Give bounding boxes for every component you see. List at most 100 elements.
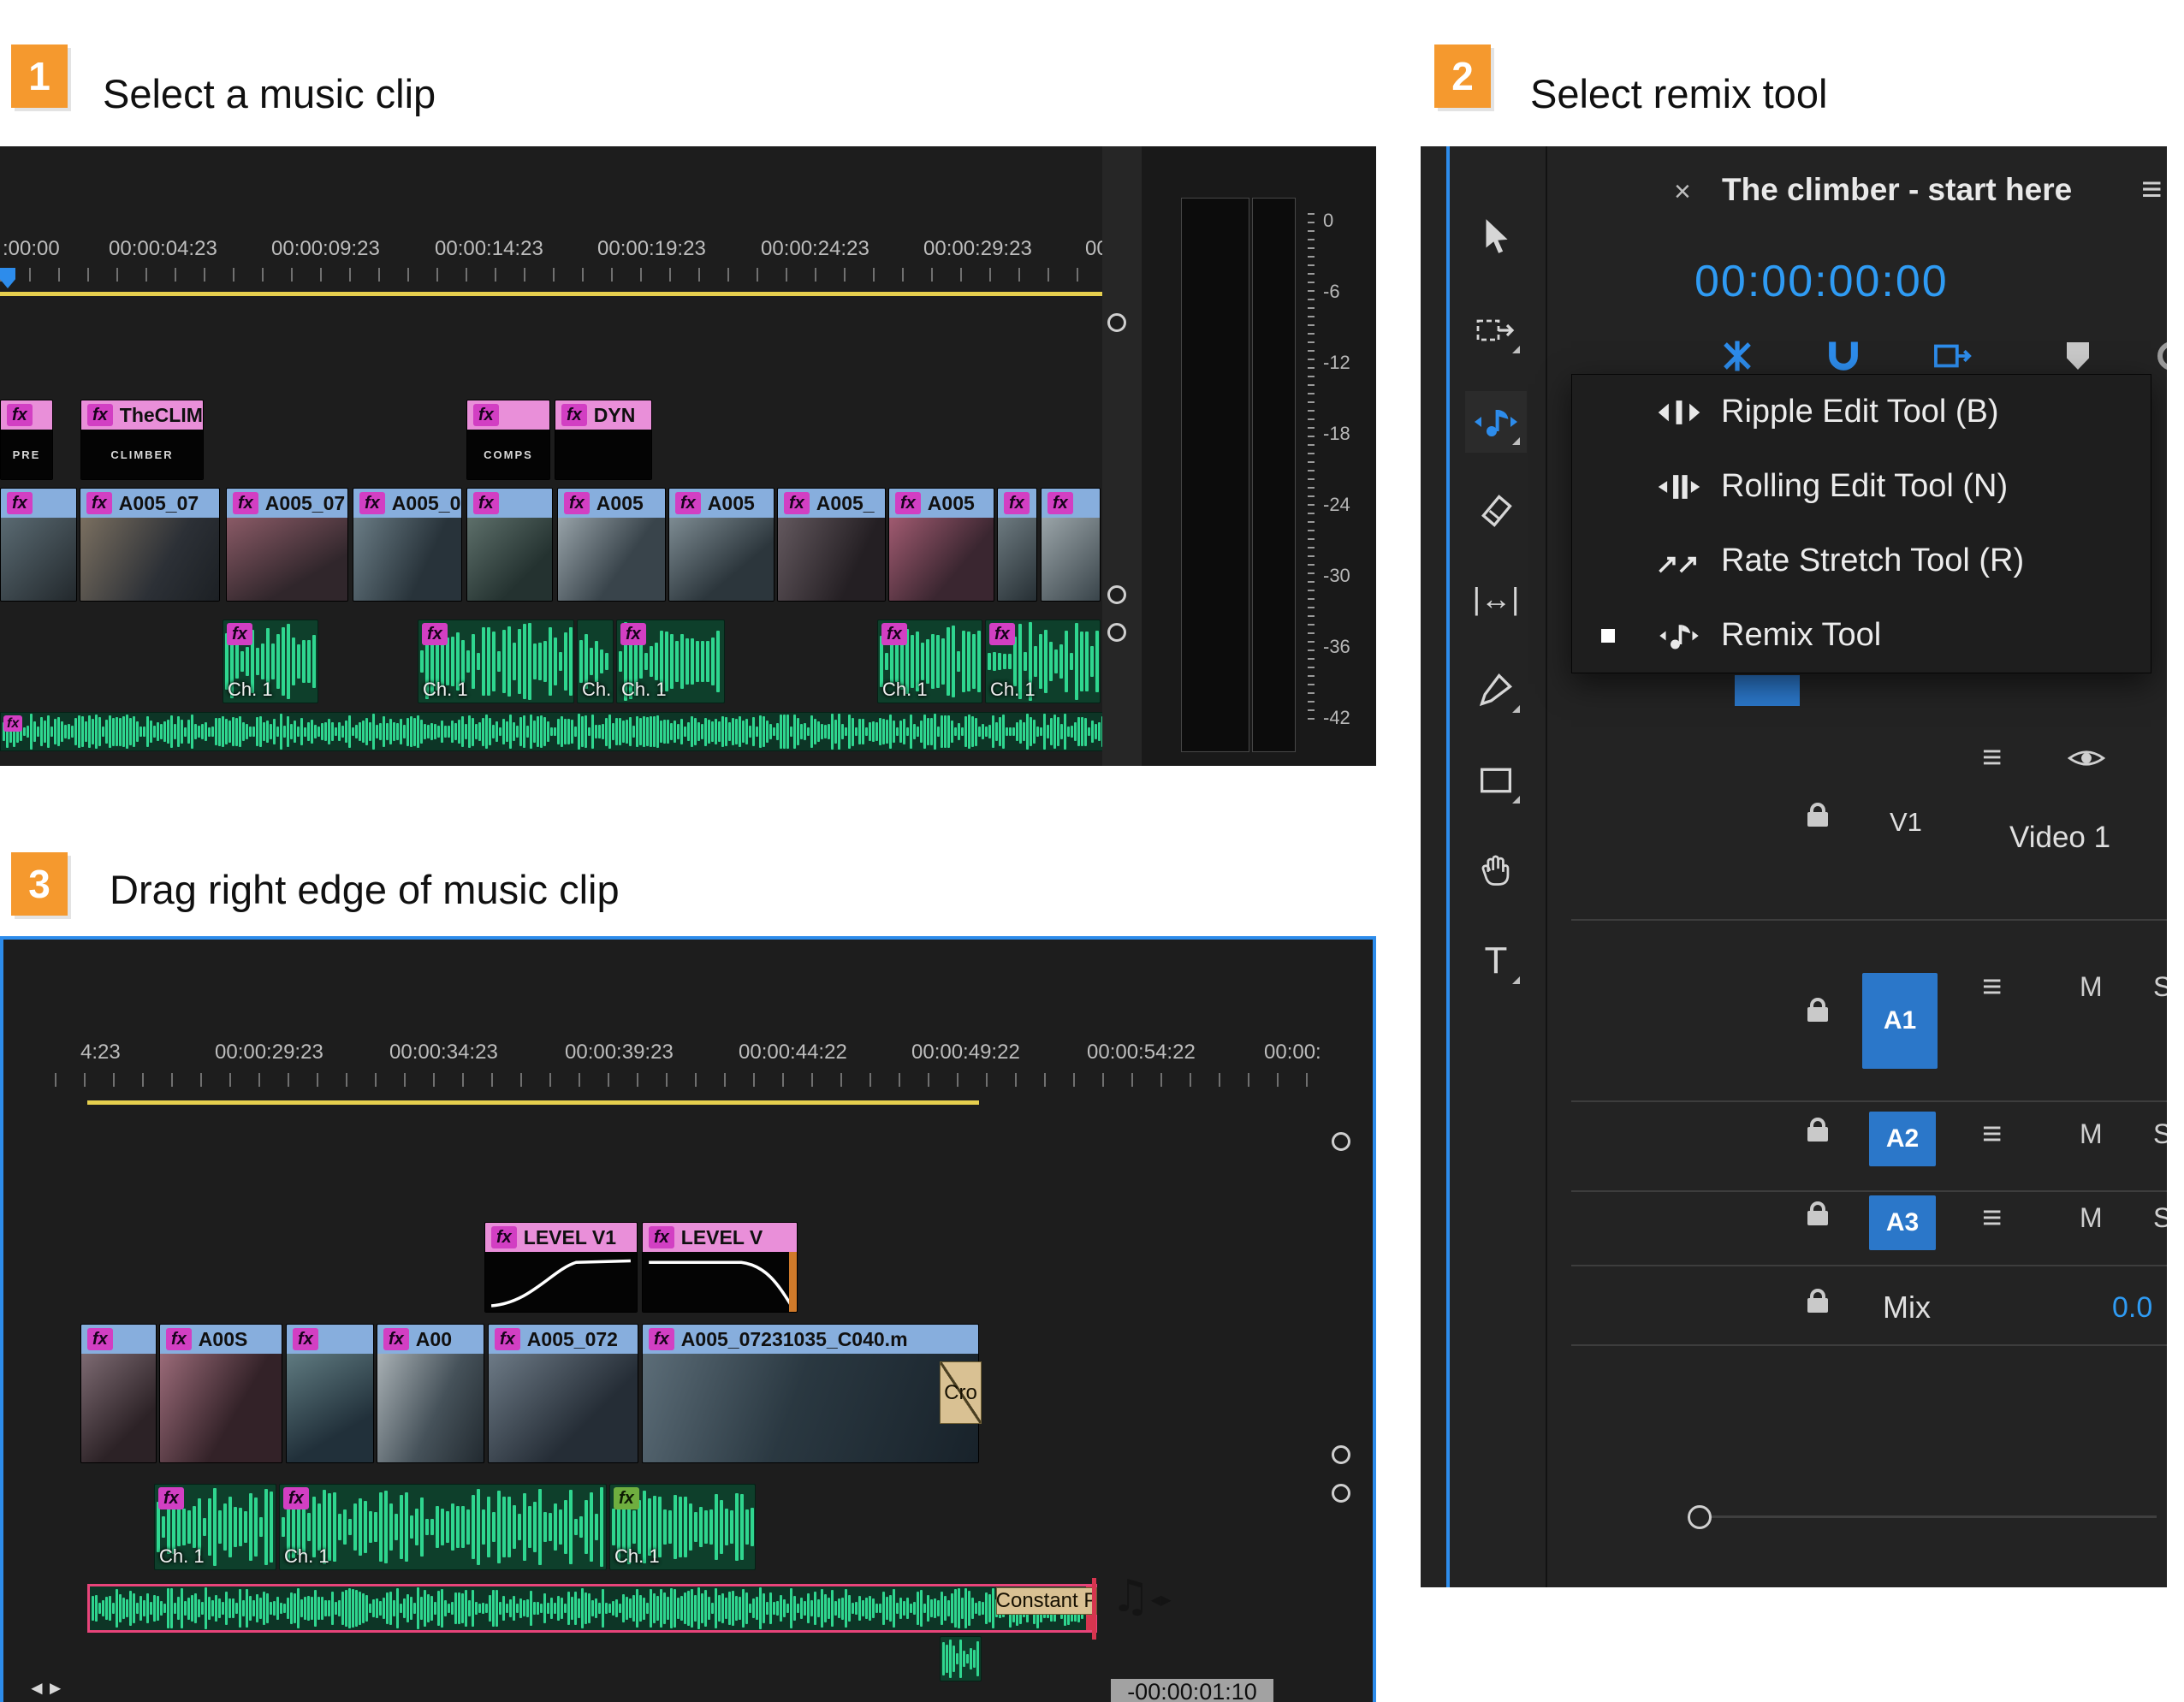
horizontal-scrollbar[interactable] [1703, 1515, 2157, 1518]
lock-icon[interactable] [1807, 803, 1828, 827]
settings-wrench-icon[interactable] [2150, 336, 2167, 376]
playhead-marker[interactable] [0, 268, 15, 288]
fx-badge: fx [283, 1487, 309, 1509]
lock-icon[interactable] [1807, 1201, 1828, 1225]
timeline-ruler[interactable] [0, 268, 1104, 282]
mix-volume-value[interactable]: 0.0 [2112, 1291, 2152, 1325]
solo-button[interactable]: S [2153, 1202, 2167, 1234]
scrollbar-knob[interactable] [1332, 1445, 1350, 1464]
track-target-a3[interactable]: A3 [1869, 1195, 1936, 1250]
solo-button[interactable]: S [2153, 971, 2167, 1003]
music-clip-selected[interactable] [87, 1584, 1097, 1633]
razor-tool[interactable] [1465, 480, 1527, 542]
audio-clip[interactable]: fx Ch. 1 [616, 620, 725, 703]
snap-icon[interactable] [1821, 336, 1866, 376]
pen-tool[interactable] [1465, 659, 1527, 721]
audio-clip-fragment[interactable] [940, 1636, 982, 1681]
audio-clip[interactable]: fx Ch. 1 [418, 620, 574, 703]
track-label-v1[interactable]: V1 [1890, 807, 1922, 838]
audio-clip[interactable]: Ch. 1 [577, 620, 614, 703]
add-marker-icon[interactable] [2056, 336, 2100, 376]
slip-tool[interactable]: |↔| [1465, 568, 1527, 630]
video-clip[interactable]: fx [0, 488, 77, 602]
video-clip[interactable]: fx LEVEL V1 [484, 1222, 638, 1313]
video-clip[interactable]: fx A00 [377, 1324, 484, 1463]
video-clip[interactable]: fx A005_07231035_C040.m [642, 1324, 979, 1463]
video-clip[interactable]: fx COMPS [466, 400, 550, 480]
solo-button[interactable]: S [2153, 1118, 2167, 1150]
music-clip[interactable]: fx [0, 712, 1104, 751]
track-target-a2[interactable]: A2 [1869, 1112, 1936, 1166]
menu-item-ripple-edit[interactable]: Ripple Edit Tool (B) [1572, 375, 2151, 449]
video-clip[interactable]: fx [466, 488, 553, 602]
video-clip[interactable]: fx A005 [888, 488, 994, 602]
timecode-display[interactable]: 00:00:00:00 [1694, 256, 1949, 307]
ruler-label: 00:00:19:23 [597, 237, 706, 260]
video-clip[interactable]: fx A005_07 [80, 488, 220, 602]
hand-tool[interactable] [1465, 839, 1527, 901]
video-clip[interactable]: fx A005_072 [488, 1324, 638, 1463]
panel-menu-icon[interactable]: ≡ [2141, 169, 2163, 210]
video-clip[interactable]: fx [997, 488, 1037, 602]
eye-icon[interactable] [2067, 745, 2106, 775]
video-clip[interactable]: fx A005_0 [353, 488, 462, 602]
video-clip[interactable]: fx A005 [557, 488, 666, 602]
close-tab-button[interactable]: × [1674, 175, 1691, 209]
track-name-video1[interactable]: Video 1 [2009, 821, 2110, 855]
audio-clip[interactable]: fx Ch. 1 [279, 1484, 607, 1570]
video-clip[interactable]: fx PRE [0, 400, 53, 480]
mute-button[interactable]: M [2080, 1202, 2103, 1234]
pen-icon [1479, 673, 1513, 707]
menu-item-rolling-edit[interactable]: Rolling Edit Tool (N) [1572, 449, 2151, 524]
audio-clip[interactable]: fx Ch. 1 [985, 620, 1101, 703]
video-clip[interactable]: fx LEVEL V [642, 1222, 798, 1313]
video-clip[interactable]: fx A00S [159, 1324, 282, 1463]
audio-clip[interactable]: fx Ch. 1 [609, 1484, 756, 1570]
track-settings-icon[interactable]: ≡ [1982, 740, 2002, 774]
video-clip[interactable]: fx A005 [668, 488, 774, 602]
scrollbar-knob[interactable] [1332, 1484, 1350, 1503]
menu-item-rate-stretch[interactable]: Rate Stretch Tool (R) [1572, 524, 2151, 598]
rectangle-tool[interactable] [1465, 750, 1527, 811]
timeline-ruler[interactable] [55, 1073, 1321, 1087]
mute-button[interactable]: M [2080, 971, 2103, 1003]
video-clip[interactable]: fx [286, 1324, 374, 1463]
video-clip[interactable]: fx [1041, 488, 1101, 602]
video-clip[interactable]: fx DYN [555, 400, 652, 480]
scrollbar-knob[interactable] [1688, 1505, 1712, 1529]
scrollbar-knob[interactable] [1107, 585, 1126, 604]
track-target-a1[interactable]: A1 [1862, 973, 1938, 1069]
track-settings-icon[interactable]: ≡ [1982, 1201, 2002, 1235]
audio-channel-label: Ch. 1 [159, 1545, 205, 1567]
video-clip[interactable]: fx TheCLIM CLIMBER [80, 400, 204, 480]
audio-clip[interactable]: fx Ch. 1 [223, 620, 318, 703]
work-area-bar[interactable] [87, 1100, 979, 1105]
audio-transition[interactable]: Constant P [996, 1587, 1097, 1615]
scrollbar-knob[interactable] [1332, 1132, 1350, 1151]
lock-icon[interactable] [1807, 1289, 1828, 1313]
selection-tool[interactable] [1465, 206, 1527, 268]
source-patch-indicator[interactable] [1735, 675, 1800, 706]
work-area-bar[interactable] [0, 292, 1104, 296]
scrollbar-knob[interactable] [1107, 623, 1126, 642]
nest-sequence-icon[interactable] [1931, 336, 1975, 376]
lock-icon[interactable] [1807, 1118, 1828, 1142]
crossfade-transition[interactable]: Cro [940, 1361, 982, 1424]
scrollbar-knob[interactable] [1107, 313, 1126, 332]
video-clip[interactable]: fx [80, 1324, 157, 1463]
menu-item-remix-tool[interactable]: Remix Tool [1572, 598, 2151, 673]
type-tool[interactable]: T [1465, 930, 1527, 992]
track-settings-icon[interactable]: ≡ [1982, 970, 2002, 1004]
track-settings-icon[interactable]: ≡ [1982, 1117, 2002, 1151]
video-clip[interactable]: fx A005_07 [226, 488, 348, 602]
audio-clip[interactable]: fx Ch. 1 [877, 620, 982, 703]
audio-clip[interactable]: fx Ch. 1 [154, 1484, 276, 1570]
lock-icon[interactable] [1807, 998, 1828, 1022]
mute-button[interactable]: M [2080, 1118, 2103, 1150]
video-clip[interactable]: fx A005_ [777, 488, 886, 602]
track-select-tool[interactable] [1465, 299, 1527, 361]
vertical-scrollbar[interactable] [1102, 146, 1142, 766]
trim-edge-indicator[interactable] [1092, 1578, 1096, 1640]
remix-tool-active[interactable] [1465, 391, 1527, 453]
linked-selection-icon[interactable] [1715, 336, 1760, 376]
